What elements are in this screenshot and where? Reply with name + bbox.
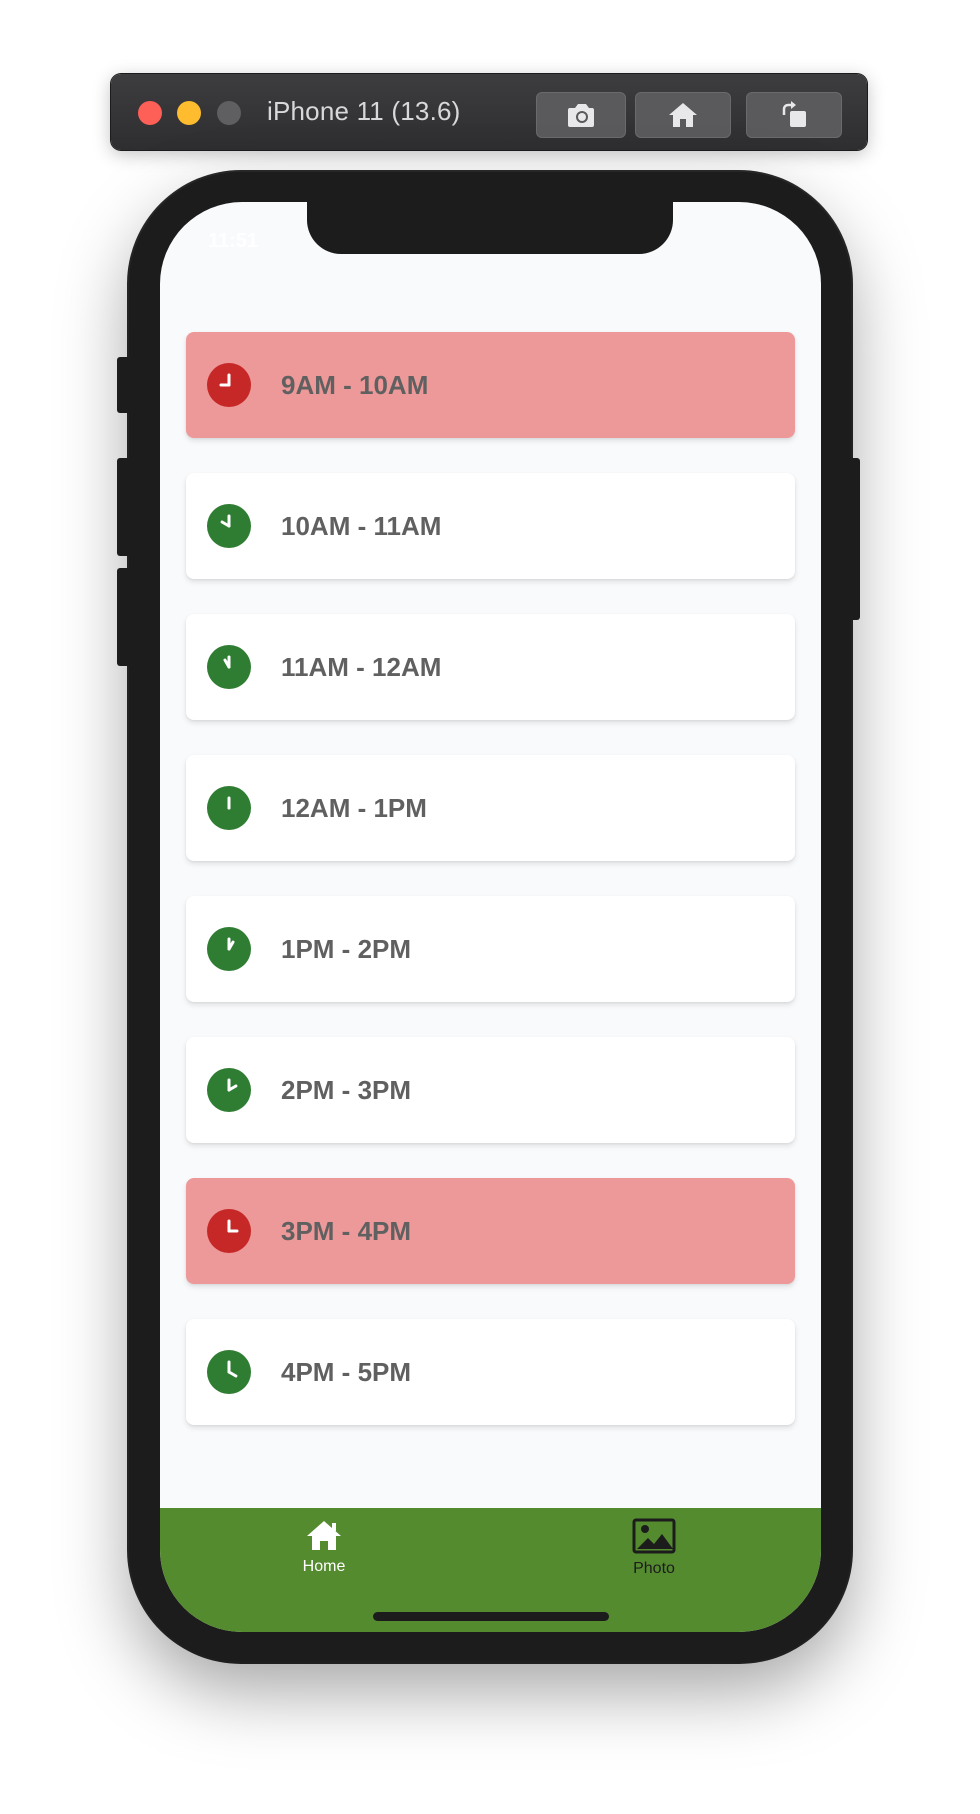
home-icon [669,103,697,127]
time-slot-label: 11AM - 12AM [281,652,442,682]
tab-home[interactable]: Home [254,1518,394,1598]
time-slot-label: 9AM - 10AM [281,370,429,400]
time-slot-row[interactable]: 10AM - 11AM [186,473,795,579]
time-slot-label: 4PM - 5PM [281,1357,412,1387]
tab-photo-label: Photo [633,1560,675,1577]
simulator-title: iPhone 11 (13.6) [267,96,461,126]
status-time: 11:51 [208,230,259,252]
clock-icon [207,363,251,407]
volume-up-button [117,458,131,556]
volume-down-button [117,568,131,666]
tab-home-label: Home [302,1558,346,1575]
screenshot-icon [568,104,594,127]
rotate-icon [782,101,806,127]
minimize-window-button[interactable] [177,101,201,125]
rotate-button[interactable] [746,92,842,138]
time-slot-row[interactable]: 12AM - 1PM [186,755,795,861]
clock-icon [207,927,251,971]
notch [307,202,673,254]
mute-switch [117,357,131,413]
time-slot-label: 10AM - 11AM [281,511,442,541]
home-indicator [373,1612,609,1621]
clock-icon [207,1209,251,1253]
power-button [846,458,860,620]
image-icon [632,1518,676,1554]
time-slot-label: 1PM - 2PM [281,934,412,964]
time-slot-label: 3PM - 4PM [281,1216,412,1246]
clock-icon [207,786,251,830]
home-button[interactable] [635,92,731,138]
close-window-button[interactable] [138,101,162,125]
tab-photo[interactable]: Photo [584,1518,724,1598]
home-icon [307,1521,341,1550]
time-slot-row[interactable]: 1PM - 2PM [186,896,795,1002]
clock-icon [207,1350,251,1394]
time-slot-row[interactable]: 2PM - 3PM [186,1037,795,1143]
simulator-title-bar: iPhone 11 (13.6) [111,74,867,150]
time-slot-label: 2PM - 3PM [281,1075,412,1105]
zoom-window-button[interactable] [217,101,241,125]
clock-icon [207,504,251,548]
phone-screen: 11:51 9AM - 10AM 10AM - 11AM 11AM - 12AM 12… [160,202,821,1632]
time-slot-row[interactable]: 11AM - 12AM [186,614,795,720]
time-slot-row[interactable]: 3PM - 4PM [186,1178,795,1284]
time-slot-row[interactable]: 4PM - 5PM [186,1319,795,1425]
time-slot-label: 12AM - 1PM [281,793,427,823]
clock-icon [207,645,251,689]
clock-icon [207,1068,251,1112]
screenshot-button[interactable] [536,92,626,138]
time-slot-row[interactable]: 9AM - 10AM [186,332,795,438]
